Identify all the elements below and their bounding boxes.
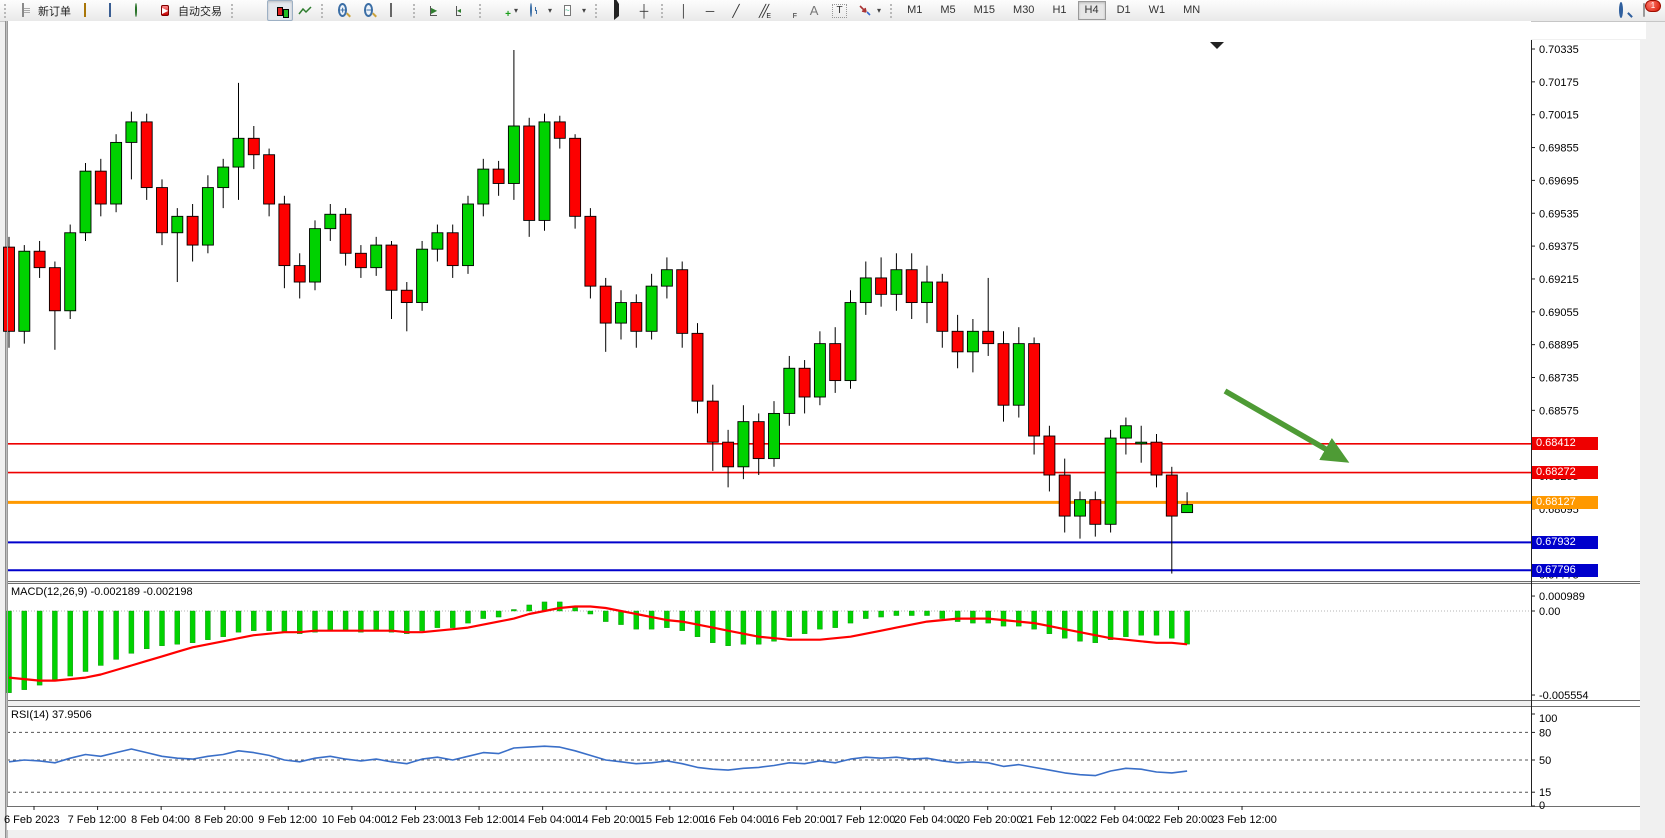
svg-text:10 Feb 04:00: 10 Feb 04:00 [322, 814, 387, 826]
svg-text:8 Feb 04:00: 8 Feb 04:00 [131, 814, 190, 826]
rsi-label: RSI(14) 37.9506 [11, 709, 92, 721]
svg-text:0.69215: 0.69215 [1539, 274, 1579, 286]
price-line-label[interactable]: 0.67796 [1532, 564, 1598, 577]
svg-text:0.68735: 0.68735 [1539, 373, 1579, 385]
svg-text:16 Feb 04:00: 16 Feb 04:00 [703, 814, 768, 826]
svg-text:23 Feb 12:00: 23 Feb 12:00 [1212, 814, 1277, 826]
svg-text:0.69375: 0.69375 [1539, 241, 1579, 253]
svg-text:22 Feb 04:00: 22 Feb 04:00 [1085, 814, 1150, 826]
svg-text:0.000989: 0.000989 [1539, 591, 1585, 603]
svg-text:9 Feb 12:00: 9 Feb 12:00 [258, 814, 317, 826]
svg-text:8 Feb 20:00: 8 Feb 20:00 [195, 814, 254, 826]
svg-text:22 Feb 20:00: 22 Feb 20:00 [1148, 814, 1213, 826]
svg-text:16 Feb 20:00: 16 Feb 20:00 [767, 814, 832, 826]
macd-label: MACD(12,26,9) -0.002189 -0.002198 [11, 586, 193, 598]
svg-text:0.69535: 0.69535 [1539, 208, 1579, 220]
price-line-label[interactable]: 0.68127 [1532, 496, 1598, 509]
svg-text:80: 80 [1539, 727, 1551, 739]
svg-text:0.70335: 0.70335 [1539, 44, 1579, 56]
svg-text:0.70015: 0.70015 [1539, 110, 1579, 122]
svg-text:7 Feb 12:00: 7 Feb 12:00 [68, 814, 127, 826]
svg-text:0.69695: 0.69695 [1539, 175, 1579, 187]
svg-text:0.00: 0.00 [1539, 606, 1560, 618]
svg-text:20 Feb 20:00: 20 Feb 20:00 [958, 814, 1023, 826]
price-line-label[interactable]: 0.68412 [1532, 437, 1598, 450]
svg-text:21 Feb 12:00: 21 Feb 12:00 [1021, 814, 1086, 826]
svg-text:0.69055: 0.69055 [1539, 307, 1579, 319]
svg-text:13 Feb 12:00: 13 Feb 12:00 [449, 814, 514, 826]
svg-text:0.70175: 0.70175 [1539, 77, 1579, 89]
svg-text:6 Feb 2023: 6 Feb 2023 [4, 814, 60, 826]
svg-text:15: 15 [1539, 787, 1551, 799]
svg-text:0.68895: 0.68895 [1539, 340, 1579, 352]
terminal-window: 新订单 ▶ 自动交易 + − ▶ ◂ + ▾ ▾ ~ ▾ [0, 0, 1665, 838]
chart-canvas[interactable]: 0.70335 0.70175 0.70015 0.69855 0.69695 0.695… [0, 0, 1665, 838]
svg-text:50: 50 [1539, 755, 1551, 767]
svg-text:100: 100 [1539, 713, 1557, 725]
svg-text:14 Feb 20:00: 14 Feb 20:00 [576, 814, 641, 826]
svg-text:17 Feb 12:00: 17 Feb 12:00 [831, 814, 896, 826]
svg-text:0.68575: 0.68575 [1539, 405, 1579, 417]
svg-text:14 Feb 04:00: 14 Feb 04:00 [513, 814, 578, 826]
svg-text:0: 0 [1539, 800, 1545, 812]
svg-text:12 Feb 23:00: 12 Feb 23:00 [385, 814, 450, 826]
price-line-label[interactable]: 0.68272 [1532, 466, 1598, 479]
svg-text:-0.005554: -0.005554 [1539, 690, 1589, 702]
price-line-label[interactable]: 0.67932 [1532, 536, 1598, 549]
svg-text:20 Feb 04:00: 20 Feb 04:00 [894, 814, 959, 826]
svg-text:15 Feb 12:00: 15 Feb 12:00 [640, 814, 705, 826]
svg-text:0.69855: 0.69855 [1539, 143, 1579, 155]
